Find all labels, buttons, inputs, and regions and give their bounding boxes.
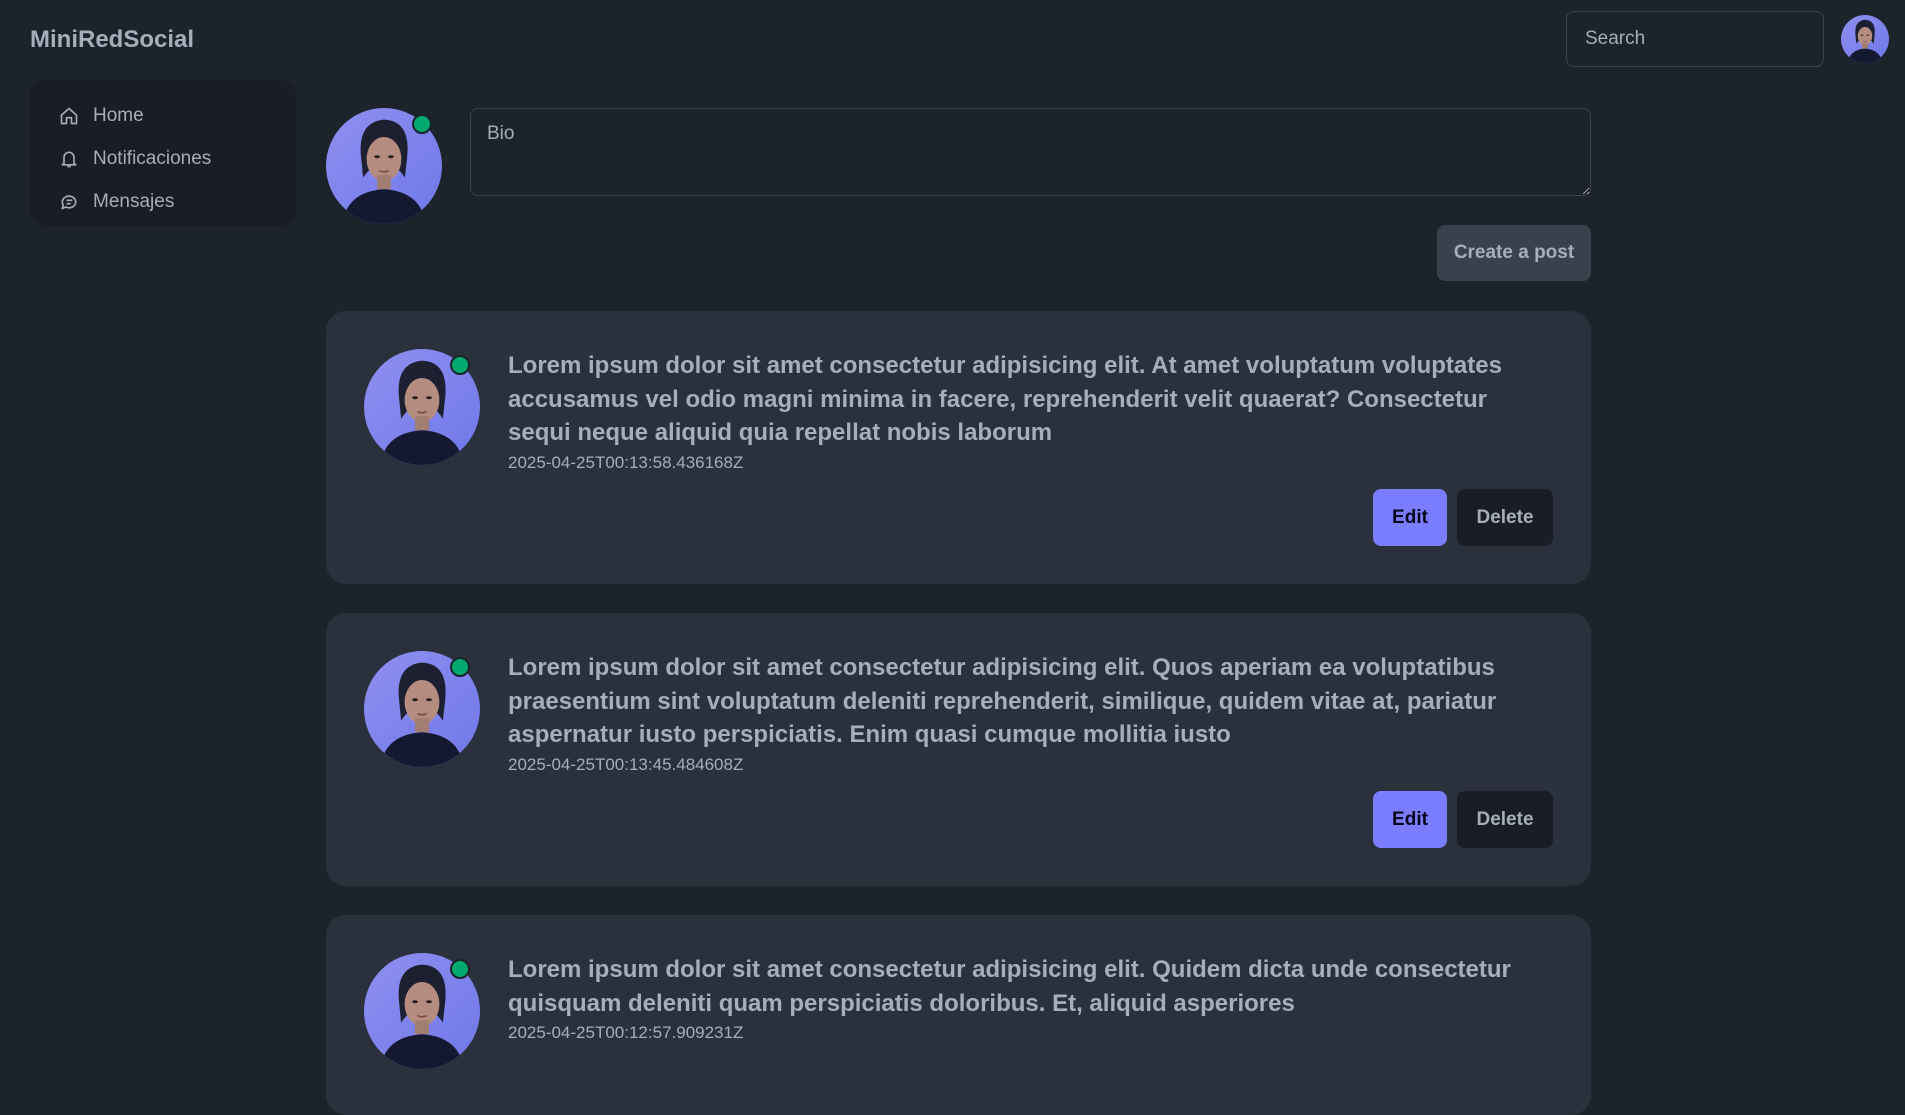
post-timestamp: 2025-04-25T00:12:57.909231Z bbox=[508, 1023, 744, 1042]
post-avatar bbox=[364, 953, 480, 1069]
chat-icon bbox=[58, 191, 80, 213]
delete-button[interactable]: Delete bbox=[1457, 791, 1553, 848]
post-text: Lorem ipsum dolor sit amet consectetur a… bbox=[508, 352, 1502, 446]
online-status-indicator bbox=[450, 959, 470, 979]
post-text: Lorem ipsum dolor sit amet consectetur a… bbox=[508, 654, 1497, 748]
online-status-indicator bbox=[412, 114, 432, 134]
post-avatar bbox=[364, 651, 480, 767]
search-input[interactable] bbox=[1566, 11, 1824, 67]
sidebar-menu: Home Notificaciones Mensajes bbox=[30, 80, 296, 226]
bio-textarea[interactable] bbox=[470, 108, 1591, 196]
post-avatar bbox=[364, 349, 480, 465]
edit-button[interactable]: Edit bbox=[1373, 489, 1447, 546]
sidebar-item-label: Home bbox=[93, 104, 144, 126]
brand-logo[interactable]: MiniRedSocial bbox=[30, 26, 194, 54]
edit-button[interactable]: Edit bbox=[1373, 791, 1447, 848]
sidebar-item-mensajes[interactable]: Mensajes bbox=[30, 180, 296, 223]
online-status-indicator bbox=[450, 657, 470, 677]
bell-icon bbox=[58, 148, 80, 170]
sidebar-item-notificaciones[interactable]: Notificaciones bbox=[30, 137, 296, 180]
post-card: Lorem ipsum dolor sit amet consectetur a… bbox=[326, 613, 1591, 886]
home-icon bbox=[58, 105, 80, 127]
composer-avatar bbox=[326, 108, 442, 224]
sidebar-item-label: Mensajes bbox=[93, 190, 175, 212]
online-status-indicator bbox=[450, 355, 470, 375]
sidebar-item-label: Notificaciones bbox=[93, 147, 212, 169]
create-post-button[interactable]: Create a post bbox=[1437, 225, 1591, 281]
post-card: Lorem ipsum dolor sit amet consectetur a… bbox=[326, 915, 1591, 1115]
navbar-avatar[interactable] bbox=[1841, 15, 1889, 63]
post-card: Lorem ipsum dolor sit amet consectetur a… bbox=[326, 311, 1591, 584]
post-timestamp: 2025-04-25T00:13:58.436168Z bbox=[508, 452, 744, 472]
delete-button[interactable]: Delete bbox=[1457, 489, 1553, 546]
post-text: Lorem ipsum dolor sit amet consectetur a… bbox=[508, 956, 1511, 1017]
sidebar-item-home[interactable]: Home bbox=[30, 94, 296, 137]
post-timestamp: 2025-04-25T00:13:45.484608Z bbox=[508, 754, 744, 774]
